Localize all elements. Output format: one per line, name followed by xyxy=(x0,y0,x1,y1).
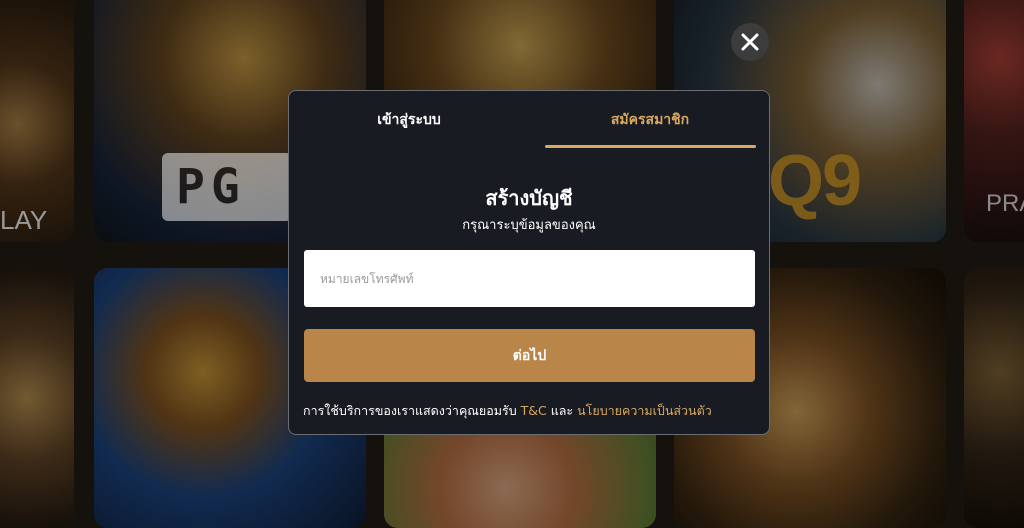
next-button[interactable]: ต่อไป xyxy=(304,329,755,382)
modal-title: สร้างบัญชี xyxy=(485,186,573,210)
close-button[interactable] xyxy=(731,23,769,61)
pra-logo: PRA xyxy=(986,190,1024,217)
q9-logo: Q9 xyxy=(768,141,862,221)
game-tile[interactable] xyxy=(964,268,1024,528)
game-tile[interactable] xyxy=(0,268,74,528)
phone-number-input[interactable] xyxy=(304,250,755,307)
privacy-policy-link[interactable]: นโยบายความเป็นส่วนตัว xyxy=(577,403,712,418)
terms-conjunction: และ xyxy=(550,403,574,418)
modal-subtitle: กรุณาระบุข้อมูลของคุณ xyxy=(462,218,596,233)
tc-link[interactable]: T&C xyxy=(521,403,547,418)
terms-text: การใช้บริการของเราแสดงว่าคุณยอมรับ T&C แ… xyxy=(303,401,759,421)
close-icon xyxy=(741,33,759,51)
pg-logo: PG xyxy=(162,153,292,221)
tab-login[interactable]: เข้าสู่ระบบ xyxy=(304,91,514,149)
tab-register[interactable]: สมัครสมาชิก xyxy=(545,91,755,149)
active-tab-indicator xyxy=(545,145,756,148)
register-modal: เข้าสู่ระบบ สมัครสมาชิก สร้างบัญชี กรุณา… xyxy=(288,90,770,435)
terms-prefix: การใช้บริการของเราแสดงว่าคุณยอมรับ xyxy=(303,403,517,418)
play-logo: LAY xyxy=(0,205,48,235)
auth-tabs: เข้าสู่ระบบ สมัครสมาชิก xyxy=(289,91,769,149)
